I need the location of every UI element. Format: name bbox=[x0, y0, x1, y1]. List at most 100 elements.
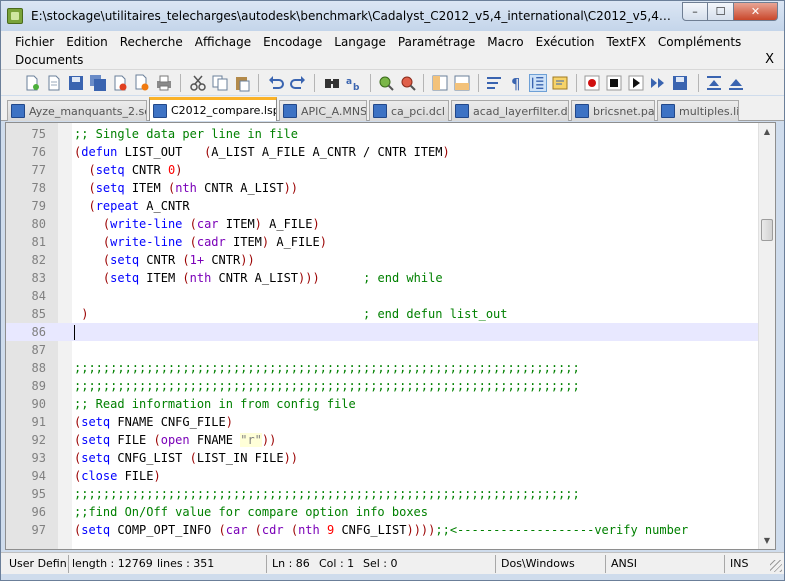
indent-guide-icon[interactable] bbox=[529, 74, 547, 92]
scroll-down-icon[interactable]: ▼ bbox=[759, 532, 775, 549]
notepad-plus-plus-icon[interactable] bbox=[7, 8, 23, 24]
code-line[interactable]: 83 (setq ITEM (nth CNTR A_LIST))) ; end … bbox=[6, 269, 758, 287]
menu-edition[interactable]: Edition bbox=[60, 33, 114, 51]
tab-c2012-compare[interactable]: C2012_compare.lsp bbox=[149, 97, 277, 121]
replace-icon[interactable]: ab bbox=[345, 74, 363, 92]
tab-apic-a-mns[interactable]: APIC_A.MNS bbox=[279, 100, 367, 121]
code-text[interactable]: (write-line (cadr ITEM) A_FILE) bbox=[74, 233, 327, 251]
menu-macro[interactable]: Macro bbox=[481, 33, 529, 51]
code-text[interactable]: (setq CNTR (1+ CNTR)) bbox=[74, 251, 255, 269]
menu-execution[interactable]: Exécution bbox=[530, 33, 601, 51]
maximize-button[interactable]: ☐ bbox=[708, 2, 734, 21]
stop-macro-icon[interactable] bbox=[605, 74, 623, 92]
scroll-up-icon[interactable]: ▲ bbox=[759, 123, 775, 140]
code-text[interactable]: (setq ITEM (nth CNTR A_LIST)) bbox=[74, 179, 298, 197]
code-text[interactable]: (close FILE) bbox=[74, 467, 161, 485]
copy-icon[interactable] bbox=[211, 74, 229, 92]
code-line[interactable]: 87 bbox=[6, 341, 758, 359]
status-encoding[interactable]: ANSI bbox=[611, 556, 651, 572]
tab-multiples-lin[interactable]: multiples.lin bbox=[657, 100, 739, 121]
code-text[interactable]: ;;;;;;;;;;;;;;;;;;;;;;;;;;;;;;;;;;;;;;;;… bbox=[74, 377, 580, 395]
code-text[interactable]: ;;;;;;;;;;;;;;;;;;;;;;;;;;;;;;;;;;;;;;;;… bbox=[74, 485, 580, 503]
code-line[interactable]: 81 (write-line (cadr ITEM) A_FILE) bbox=[6, 233, 758, 251]
sync-v-icon[interactable] bbox=[431, 74, 449, 92]
tab-bricsnet-pat[interactable]: bricsnet.pat bbox=[571, 100, 655, 121]
record-macro-icon[interactable] bbox=[583, 74, 601, 92]
code-line[interactable]: 82 (setq CNTR (1+ CNTR)) bbox=[6, 251, 758, 269]
code-text[interactable]: (setq CNFG_LIST (LIST_IN FILE)) bbox=[74, 449, 298, 467]
code-line[interactable]: 89;;;;;;;;;;;;;;;;;;;;;;;;;;;;;;;;;;;;;;… bbox=[6, 377, 758, 395]
code-text[interactable]: (setq FILE (open FNAME "r")) bbox=[74, 431, 276, 449]
redo-icon[interactable] bbox=[289, 74, 307, 92]
code-line[interactable]: 90 ;; Read information in from config fil… bbox=[6, 395, 758, 413]
open-file-icon[interactable] bbox=[45, 74, 63, 92]
menu-documents[interactable]: Documents bbox=[9, 51, 89, 69]
tab-ayze-manquants[interactable]: Ayze_manquants_2.scr bbox=[7, 100, 147, 121]
close-icon[interactable] bbox=[111, 74, 129, 92]
new-file-icon[interactable] bbox=[23, 74, 41, 92]
code-line[interactable]: 94 (close FILE) bbox=[6, 467, 758, 485]
show-all-chars-icon[interactable]: ¶ bbox=[507, 74, 525, 92]
vertical-scrollbar[interactable]: ▲ ▼ bbox=[758, 123, 775, 549]
close-button[interactable]: ✕ bbox=[734, 2, 778, 21]
code-line[interactable]: 85 ) ; end defun list_out bbox=[6, 305, 758, 323]
close-all-icon[interactable] bbox=[133, 74, 151, 92]
scroll-thumb[interactable] bbox=[761, 219, 773, 241]
save-icon[interactable] bbox=[67, 74, 85, 92]
zoom-in-icon[interactable] bbox=[377, 74, 395, 92]
menu-fichier[interactable]: Fichier bbox=[9, 33, 60, 51]
code-line[interactable]: 95;;;;;;;;;;;;;;;;;;;;;;;;;;;;;;;;;;;;;;… bbox=[6, 485, 758, 503]
menu-encodage[interactable]: Encodage bbox=[257, 33, 328, 51]
code-line[interactable]: 92 (setq FILE (open FNAME "r")) bbox=[6, 431, 758, 449]
code-text[interactable]: ) ; end defun list_out bbox=[74, 305, 507, 323]
code-line[interactable]: 79 (repeat A_CNTR bbox=[6, 197, 758, 215]
menu-parametrage[interactable]: Paramétrage bbox=[392, 33, 481, 51]
menu-langage[interactable]: Langage bbox=[328, 33, 392, 51]
tab-acad-layerfilter[interactable]: acad_layerfilter.dxf bbox=[451, 100, 569, 121]
run-macro-multiple-icon[interactable] bbox=[649, 74, 667, 92]
menu-complements[interactable]: Compléments bbox=[652, 33, 747, 51]
code-text[interactable]: (setq CNTR 0) bbox=[74, 161, 182, 179]
word-wrap-icon[interactable] bbox=[485, 74, 503, 92]
find-icon[interactable] bbox=[323, 74, 341, 92]
menu-recherche[interactable]: Recherche bbox=[114, 33, 189, 51]
cut-icon[interactable] bbox=[189, 74, 207, 92]
code-text[interactable]: ;;find On/Off value for compare option i… bbox=[74, 503, 428, 521]
code-text[interactable]: (setq COMP_OPT_INFO (car (cdr (nth 9 CNF… bbox=[74, 521, 688, 539]
code-line[interactable]: 93 (setq CNFG_LIST (LIST_IN FILE)) bbox=[6, 449, 758, 467]
user-lang-icon[interactable] bbox=[551, 74, 569, 92]
collapse-icon[interactable] bbox=[705, 74, 723, 92]
code-editor[interactable]: 75;; Single data per line in file 76 (defu… bbox=[5, 122, 776, 550]
menu-affichage[interactable]: Affichage bbox=[189, 33, 257, 51]
tab-ca-pci-dcl[interactable]: ca_pci.dcl bbox=[369, 100, 449, 121]
code-line[interactable]: 86 bbox=[6, 323, 758, 341]
code-text[interactable]: ;; Read information in from config file bbox=[74, 395, 356, 413]
status-eol-format[interactable]: Dos\Windows bbox=[501, 556, 581, 572]
status-insert-mode[interactable]: INS bbox=[730, 556, 760, 572]
code-line[interactable]: 96 ;;find On/Off value for compare option… bbox=[6, 503, 758, 521]
paste-icon[interactable] bbox=[233, 74, 251, 92]
code-text[interactable]: (defun LIST_OUT (A_LIST A_FILE A_CNTR / … bbox=[74, 143, 450, 161]
code-line[interactable]: 78 (setq ITEM (nth CNTR A_LIST)) bbox=[6, 179, 758, 197]
save-macro-icon[interactable] bbox=[671, 74, 689, 92]
sync-h-icon[interactable] bbox=[453, 74, 471, 92]
code-text[interactable]: (repeat A_CNTR bbox=[74, 197, 189, 215]
print-icon[interactable] bbox=[155, 74, 173, 92]
code-line[interactable]: 97 (setq COMP_OPT_INFO (car (cdr (nth 9 C… bbox=[6, 521, 758, 539]
code-line[interactable]: 80 (write-line (car ITEM) A_FILE) bbox=[6, 215, 758, 233]
resize-grip-icon[interactable] bbox=[770, 560, 782, 572]
code-text[interactable]: ;;;;;;;;;;;;;;;;;;;;;;;;;;;;;;;;;;;;;;;;… bbox=[74, 359, 580, 377]
minimize-button[interactable]: – bbox=[682, 2, 708, 21]
code-text[interactable]: ;; Single data per line in file bbox=[74, 125, 298, 143]
title-bar[interactable]: E:\stockage\utilitaires_telecharges\auto… bbox=[1, 1, 784, 31]
code-line[interactable]: 91 (setq FNAME CNFG_FILE) bbox=[6, 413, 758, 431]
code-text[interactable]: (write-line (car ITEM) A_FILE) bbox=[74, 215, 320, 233]
menu-textfx[interactable]: TextFX bbox=[601, 33, 652, 51]
code-line[interactable]: 75 ;; Single data per line in file bbox=[6, 125, 758, 143]
save-all-icon[interactable] bbox=[89, 74, 107, 92]
code-text[interactable]: (setq ITEM (nth CNTR A_LIST))) ; end whi… bbox=[74, 269, 443, 287]
code-line[interactable]: 88;;;;;;;;;;;;;;;;;;;;;;;;;;;;;;;;;;;;;;… bbox=[6, 359, 758, 377]
undo-icon[interactable] bbox=[267, 74, 285, 92]
code-text[interactable]: (setq FNAME CNFG_FILE) bbox=[74, 413, 233, 431]
play-macro-icon[interactable] bbox=[627, 74, 645, 92]
